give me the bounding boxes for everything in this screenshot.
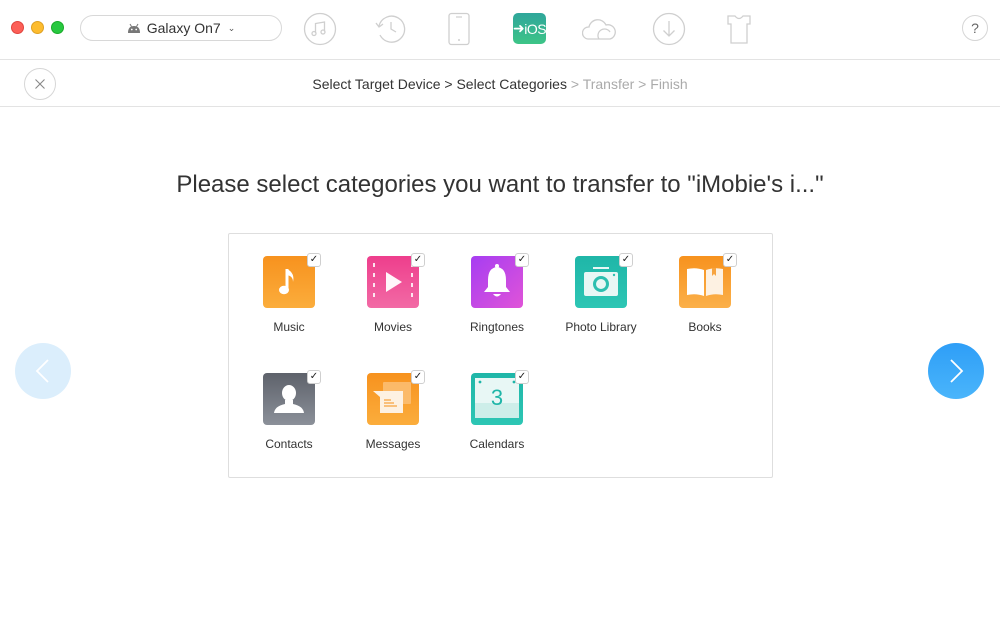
window-minimize-button[interactable] xyxy=(31,21,44,34)
breadcrumb-separator: > xyxy=(634,76,651,92)
music-note-icon xyxy=(303,12,337,46)
toolbar-download-button[interactable] xyxy=(652,12,686,46)
toolbar-toolkit-button[interactable] xyxy=(722,12,756,46)
next-button[interactable] xyxy=(928,343,984,399)
category-movies[interactable]: ✓ Movies xyxy=(333,253,437,346)
tshirt-icon xyxy=(727,15,751,44)
checkbox[interactable]: ✓ xyxy=(515,370,529,384)
category-label: Books xyxy=(688,320,722,334)
category-label: Movies xyxy=(373,320,412,334)
breadcrumb-step-transfer: Transfer xyxy=(582,76,635,92)
page-title: Please select categories you want to tra… xyxy=(176,171,824,198)
toolbar-to-ios-button[interactable]: ➜ iOS xyxy=(512,13,547,44)
to-ios-label: iOS xyxy=(524,20,547,37)
toolbar-cloud-button[interactable] xyxy=(582,12,616,46)
breadcrumb-separator: > xyxy=(440,76,457,92)
category-label: Ringtones xyxy=(469,320,525,334)
toolbar-device-button[interactable] xyxy=(442,12,476,46)
category-books[interactable]: ✓ Books xyxy=(645,253,749,346)
chevron-right-icon xyxy=(950,359,964,383)
category-label: Calendars xyxy=(469,437,525,451)
download-icon xyxy=(652,12,686,46)
checkbox[interactable]: ✓ xyxy=(723,253,737,267)
phone-icon xyxy=(448,12,470,46)
previous-button[interactable] xyxy=(15,343,71,399)
breadcrumb-step-select-categories: Select Categories xyxy=(456,76,567,92)
title-bar: Galaxy On7 ⌄ ➜ iOS ? xyxy=(0,0,1000,60)
checkbox[interactable]: ✓ xyxy=(515,253,529,267)
toolbar-music-button[interactable] xyxy=(303,12,337,46)
category-photo-library[interactable]: ✓ Photo Library xyxy=(541,253,645,346)
checkbox[interactable]: ✓ xyxy=(411,370,425,384)
window-maximize-button[interactable] xyxy=(51,21,64,34)
calendar-day: 3 xyxy=(491,385,503,410)
to-ios-icon: ➜ xyxy=(512,20,525,36)
checkbox[interactable]: ✓ xyxy=(307,253,321,267)
category-label: Messages xyxy=(365,437,421,451)
toolbar-history-button[interactable] xyxy=(374,12,408,46)
breadcrumb-separator: > xyxy=(566,76,583,92)
breadcrumb-bar: Select Target Device > Select Categories… xyxy=(0,61,1000,107)
checkbox[interactable]: ✓ xyxy=(307,370,321,384)
category-contacts[interactable]: ✓ Contacts xyxy=(229,370,333,463)
cloud-icon xyxy=(582,19,616,40)
breadcrumb: Select Target Device > Select Categories… xyxy=(0,76,1000,92)
help-button[interactable]: ? xyxy=(962,15,988,41)
device-name: Galaxy On7 xyxy=(146,20,221,36)
categories-panel: ✓ Music ✓ Movies ✓ Ringtones ✓ Photo Lib… xyxy=(228,233,773,478)
breadcrumb-step-finish: Finish xyxy=(650,76,688,92)
help-icon: ? xyxy=(971,20,979,36)
breadcrumb-step-select-target-device: Select Target Device xyxy=(312,76,441,92)
device-selector[interactable]: Galaxy On7 ⌄ xyxy=(80,15,282,41)
category-music[interactable]: ✓ Music xyxy=(229,253,333,346)
category-label: Music xyxy=(273,320,305,334)
category-label: Contacts xyxy=(265,437,313,451)
android-icon xyxy=(127,23,140,33)
checkbox[interactable]: ✓ xyxy=(411,253,425,267)
history-icon xyxy=(375,15,406,43)
category-label: Photo Library xyxy=(565,320,637,334)
window-close-button[interactable] xyxy=(11,21,24,34)
category-calendars[interactable]: 3 ✓ Calendars xyxy=(437,370,541,463)
chevron-left-icon xyxy=(35,359,49,383)
checkbox[interactable]: ✓ xyxy=(619,253,633,267)
category-messages[interactable]: ✓ Messages xyxy=(333,370,437,463)
chevron-down-icon: ⌄ xyxy=(227,22,236,33)
category-ringtones[interactable]: ✓ Ringtones xyxy=(437,253,541,346)
